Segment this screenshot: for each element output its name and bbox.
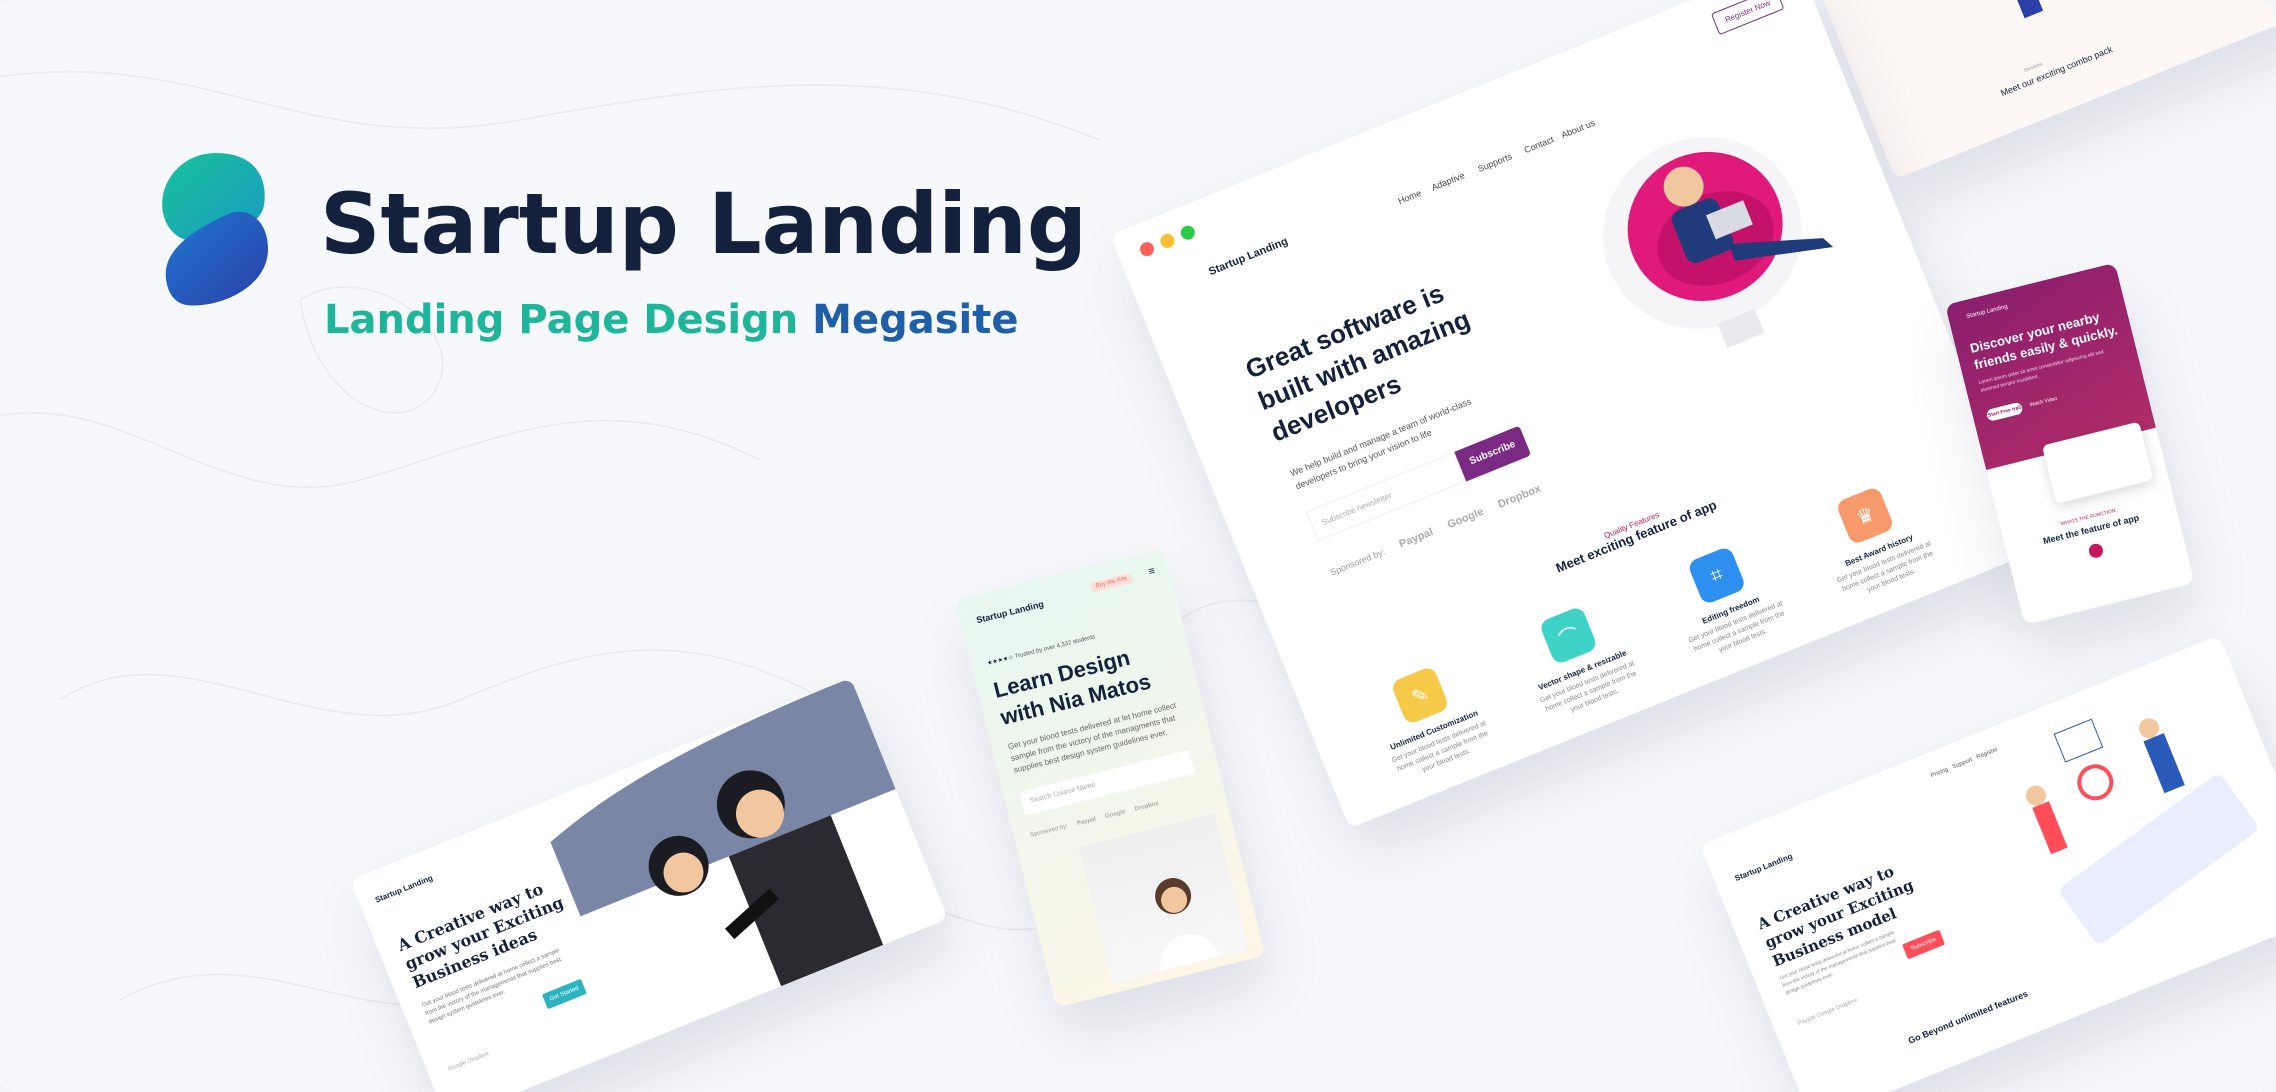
instructor-photo bbox=[1078, 813, 1249, 984]
nav-adaptive[interactable]: Adaptive bbox=[1430, 170, 1466, 192]
showcase-canvas: Startup Landing Landing Page Design Mega… bbox=[0, 0, 2276, 1092]
feature-dot-icon bbox=[2087, 542, 2105, 560]
egg-chair-illustration bbox=[1603, 137, 1834, 348]
register-button[interactable]: Register Now bbox=[1710, 0, 1785, 36]
br-logo[interactable]: Startup Landing bbox=[1734, 852, 1794, 883]
brand-title: Startup Landing bbox=[320, 175, 1087, 273]
close-dot-icon[interactable] bbox=[1137, 240, 1157, 259]
brand-block: Startup Landing Landing Page Design Mega… bbox=[150, 145, 1087, 365]
tagline-part1: Landing Page Design bbox=[324, 297, 799, 343]
main-logo[interactable]: Startup Landing bbox=[1207, 235, 1290, 278]
tagline-part2: Megasite bbox=[812, 297, 1019, 343]
bl-sponsors: Google Dropbox bbox=[447, 1050, 490, 1073]
rating-stars-icon: ★★★★☆ bbox=[986, 654, 1016, 667]
nav-about[interactable]: About us bbox=[1560, 118, 1597, 141]
startup-landing-logo-icon bbox=[162, 153, 268, 306]
phone-logo[interactable]: Startup Landing bbox=[975, 599, 1044, 625]
br-subscribe-button[interactable]: Subscribe bbox=[1902, 929, 1946, 960]
sponsor-paypal: Paypal bbox=[1397, 526, 1435, 551]
menu-icon[interactable]: ≡ bbox=[1147, 565, 1156, 578]
sponsored-label: Sponsored by: bbox=[1328, 546, 1387, 578]
maximize-dot-icon[interactable] bbox=[1178, 223, 1197, 242]
buy-kits-badge[interactable]: Buy the Kits bbox=[1089, 572, 1134, 593]
sponsor-dropbox: Dropbox bbox=[1496, 482, 1543, 511]
minimize-dot-icon[interactable] bbox=[1158, 231, 1177, 251]
br-nav-pricing[interactable]: Pricing bbox=[1930, 767, 1949, 779]
br-sponsors: Paypal Google Dropbox bbox=[1797, 997, 1859, 1028]
br-footer-title: Go Beyond unlimited features bbox=[1906, 988, 2030, 1046]
nav-home[interactable]: Home bbox=[1397, 188, 1423, 206]
subscribe-button[interactable]: Subscribe bbox=[1454, 425, 1532, 482]
brand-tagline: Landing Page Design Megasite bbox=[324, 297, 1018, 343]
nav-supports[interactable]: Supports bbox=[1476, 151, 1513, 174]
bl-logo[interactable]: Startup Landing bbox=[374, 873, 434, 904]
get-started-button[interactable]: Get Started bbox=[541, 978, 587, 1010]
nav-contact[interactable]: Contact bbox=[1523, 134, 1556, 155]
sponsor-google: Google bbox=[1445, 505, 1486, 532]
window-controls bbox=[1137, 221, 1206, 263]
